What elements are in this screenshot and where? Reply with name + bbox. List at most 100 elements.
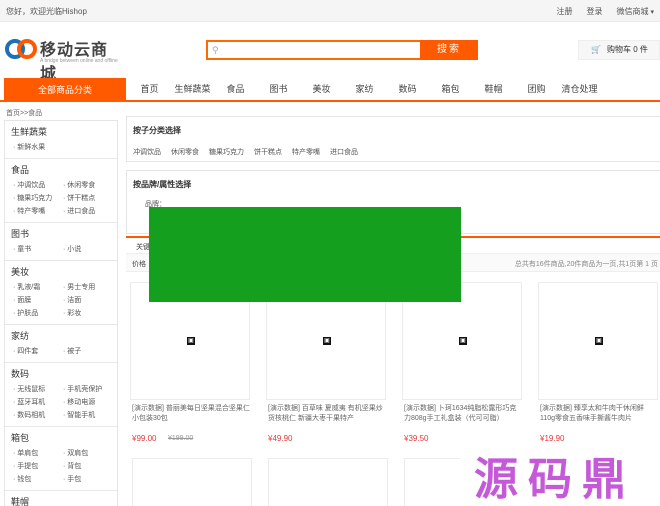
- site-logo[interactable]: 移动云商城 A bridge between online and offlin…: [4, 34, 124, 83]
- main-nav: 全部商品分类 首页 生鲜蔬菜 食品 图书 美妆 家纺 数码 箱包 鞋帽 团购 清…: [0, 78, 660, 102]
- filter-link[interactable]: 特产零嘴: [292, 147, 320, 157]
- subcategory-link[interactable]: 冲调饮品: [13, 179, 63, 192]
- subcategory-link[interactable]: 手机壳保护: [63, 383, 113, 396]
- result-summary: 总共有16件商品,20件商品为一页,共1页第 1 页: [514, 261, 658, 268]
- subcategory-filter: 按子分类选择 冲调饮品 休闲零食 糖果巧克力 饼干糕点 特产零嘴 进口食品: [126, 116, 660, 162]
- filter-link[interactable]: 进口食品: [330, 147, 358, 157]
- subcategory-link[interactable]: 小说: [63, 243, 113, 256]
- subcategory-filter-title: 按子分类选择: [133, 126, 181, 135]
- image-icon: ▣: [595, 337, 603, 345]
- watermark: 源码鼎: [460, 454, 660, 506]
- wechat-mall-link[interactable]: 微信商城: [617, 6, 654, 17]
- nav-item-bags[interactable]: 箱包: [429, 78, 472, 102]
- product-card[interactable]: ▣ [演示数据] 卜珂1634纯脂松露形巧克力808g手工礼盒装（代可可脂） ¥…: [398, 282, 522, 452]
- subcategory-link[interactable]: 彩妆: [63, 307, 113, 320]
- nav-item-digital[interactable]: 数码: [386, 78, 429, 102]
- subcategory-link[interactable]: 新鲜水果: [13, 141, 63, 154]
- nav-item-fresh[interactable]: 生鲜蔬菜: [171, 78, 214, 102]
- login-link[interactable]: 登录: [587, 6, 603, 17]
- search-button[interactable]: 搜索: [420, 40, 478, 60]
- filter-link[interactable]: 糖果巧克力: [209, 147, 244, 157]
- subcategory-link[interactable]: 男士专用: [63, 281, 113, 294]
- subcategory-link[interactable]: 四件套: [13, 345, 63, 358]
- subcategory-link[interactable]: 饼干糕点: [63, 192, 113, 205]
- category-title[interactable]: 家纺: [5, 329, 117, 342]
- search-input[interactable]: ⚲: [206, 40, 422, 60]
- category-group: 图书 童书 小说: [5, 223, 117, 261]
- logo-icon: [5, 39, 37, 59]
- subcategory-link[interactable]: 数码相机: [13, 409, 63, 422]
- brand-filter-title: 按品牌/属性选择: [133, 180, 192, 189]
- subcategory-link[interactable]: 钱包: [13, 473, 63, 486]
- product-price: ¥19.90: [540, 434, 565, 443]
- product-price: ¥39.50: [404, 434, 429, 443]
- subcategory-link[interactable]: 手包: [63, 473, 113, 486]
- image-icon: ▣: [459, 337, 467, 345]
- image-icon: ▣: [323, 337, 331, 345]
- cart-icon: 🛒: [591, 45, 601, 54]
- product-title[interactable]: [演示数据] 臻享太和牛肉干休闲鲜110g零食五香味手撕酱牛肉片: [540, 404, 658, 434]
- filter-link[interactable]: 休闲零食: [171, 147, 199, 157]
- category-subs: 单肩包 双肩包 手提包 背包 钱包 手包: [5, 447, 117, 486]
- image-icon: ▣: [187, 337, 195, 345]
- subcategory-link[interactable]: 休闲零食: [63, 179, 113, 192]
- category-title[interactable]: 食品: [5, 163, 117, 176]
- subcategory-link[interactable]: 移动电源: [63, 396, 113, 409]
- nav-items: 首页 生鲜蔬菜 食品 图书 美妆 家纺 数码 箱包 鞋帽 团购 清仓处理: [128, 78, 601, 102]
- subcategory-link[interactable]: 背包: [63, 460, 113, 473]
- product-title[interactable]: [演示数据] 百草味 夏威夷 有机坚果炒货核桃仁 新疆大枣干果特产: [268, 404, 386, 434]
- product-old-price: ¥199.00: [168, 435, 194, 442]
- cart-label: 购物车 0 件: [606, 45, 648, 54]
- nav-item-home[interactable]: 首页: [128, 78, 171, 102]
- subcategory-link[interactable]: 洁面: [63, 294, 113, 307]
- product-card[interactable]: ▣ [演示数据] 普丽美每日坚果混合坚果仁小包装30包 ¥99.00 ¥199.…: [126, 282, 250, 452]
- product-title[interactable]: [演示数据] 普丽美每日坚果混合坚果仁小包装30包: [132, 404, 250, 434]
- product-image[interactable]: ▣: [538, 282, 658, 400]
- main-content: 按子分类选择 冲调饮品 休闲零食 糖果巧克力 饼干糕点 特产零嘴 进口食品 按品…: [126, 116, 660, 506]
- product-card[interactable]: ▣ [演示数据] 百草味 夏威夷 有机坚果炒货核桃仁 新疆大枣干果特产 ¥49.…: [262, 282, 386, 452]
- category-title[interactable]: 鞋帽: [5, 495, 117, 506]
- category-title[interactable]: 美妆: [5, 265, 117, 278]
- nav-item-books[interactable]: 图书: [257, 78, 300, 102]
- category-title[interactable]: 图书: [5, 227, 117, 240]
- product-card-partial[interactable]: [268, 458, 388, 506]
- subcategory-link[interactable]: 乳液/霜: [13, 281, 63, 294]
- search-area: ⚲ 搜索: [206, 40, 478, 60]
- subcategory-link[interactable]: 糖果巧克力: [13, 192, 63, 205]
- category-title[interactable]: 生鲜蔬菜: [5, 125, 117, 138]
- subcategory-link[interactable]: 智能手机: [63, 409, 113, 422]
- register-link[interactable]: 注册: [557, 6, 573, 17]
- subcategory-link[interactable]: 进口食品: [63, 205, 113, 218]
- subcategory-link[interactable]: 童书: [13, 243, 63, 256]
- filter-link[interactable]: 饼干糕点: [254, 147, 282, 157]
- breadcrumb: 首页>>食品: [6, 110, 43, 117]
- subcategory-link[interactable]: 双肩包: [63, 447, 113, 460]
- subcategory-link[interactable]: 手提包: [13, 460, 63, 473]
- nav-item-textiles[interactable]: 家纺: [343, 78, 386, 102]
- all-categories-button[interactable]: 全部商品分类: [4, 78, 126, 102]
- product-card-partial[interactable]: [132, 458, 252, 506]
- sort-keyword[interactable]: 关键: [136, 242, 150, 252]
- category-title[interactable]: 数码: [5, 367, 117, 380]
- nav-item-clearance[interactable]: 清仓处理: [558, 78, 601, 102]
- product-card[interactable]: ▣ [演示数据] 臻享太和牛肉干休闲鲜110g零食五香味手撕酱牛肉片 ¥19.9…: [534, 282, 658, 452]
- product-title[interactable]: [演示数据] 卜珂1634纯脂松露形巧克力808g手工礼盒装（代可可脂）: [404, 404, 522, 434]
- subcategory-link[interactable]: 特产零嘴: [13, 205, 63, 218]
- nav-item-shoes[interactable]: 鞋帽: [472, 78, 515, 102]
- filter-link[interactable]: 冲调饮品: [133, 147, 161, 157]
- cart-button[interactable]: 🛒 购物车 0 件: [578, 40, 660, 60]
- subcategory-link[interactable]: 面膜: [13, 294, 63, 307]
- sort-price[interactable]: 价格: [132, 259, 146, 269]
- subcategory-link[interactable]: 无线鼠标: [13, 383, 63, 396]
- subcategory-link[interactable]: 单肩包: [13, 447, 63, 460]
- nav-item-beauty[interactable]: 美妆: [300, 78, 343, 102]
- subcategory-link[interactable]: 蓝牙耳机: [13, 396, 63, 409]
- category-group: 数码 无线鼠标 手机壳保护 蓝牙耳机 移动电源 数码相机 智能手机: [5, 363, 117, 427]
- nav-item-groupbuy[interactable]: 团购: [515, 78, 558, 102]
- nav-item-food[interactable]: 食品: [214, 78, 257, 102]
- subcategory-link[interactable]: 护肤品: [13, 307, 63, 320]
- category-group: 家纺 四件套 被子: [5, 325, 117, 363]
- subcategory-link[interactable]: 被子: [63, 345, 113, 358]
- category-group: 箱包 单肩包 双肩包 手提包 背包 钱包 手包: [5, 427, 117, 491]
- category-title[interactable]: 箱包: [5, 431, 117, 444]
